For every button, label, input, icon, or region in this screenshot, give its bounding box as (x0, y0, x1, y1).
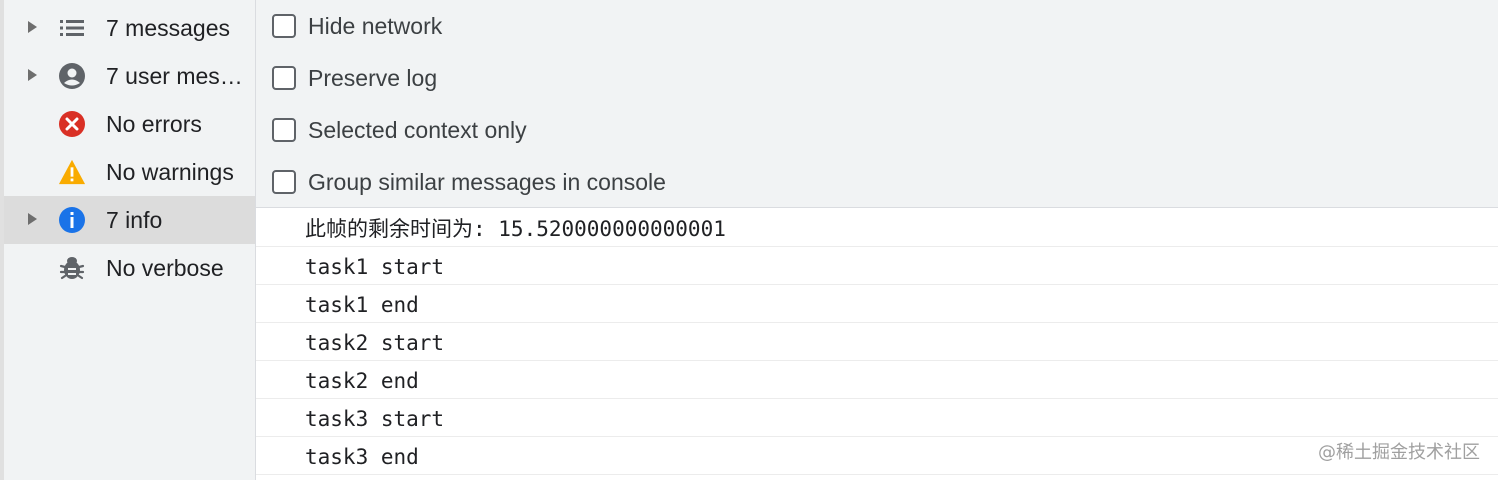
watermark: @稀土掘金技术社区 (1318, 442, 1480, 463)
bug-icon (58, 254, 86, 282)
group-similar-checkbox[interactable] (272, 170, 296, 194)
hide-network-checkbox[interactable] (272, 14, 296, 38)
setting-label: Preserve log (308, 65, 438, 91)
expand-arrow-icon[interactable] (28, 213, 37, 225)
preserve-log-setting[interactable]: Preserve log (272, 58, 437, 98)
console-message[interactable]: task2 end (256, 361, 1498, 399)
console-message[interactable]: task2 start (256, 323, 1498, 361)
console-message[interactable]: task3 end (256, 437, 1498, 475)
console-messages[interactable]: 此帧的剩余时间为: 15.520000000000001 task1 start… (256, 209, 1498, 480)
sidebar-item-label: 7 info (106, 207, 163, 233)
group-similar-setting[interactable]: Group similar messages in console (272, 162, 666, 202)
console-message-text: task2 start (305, 331, 445, 355)
sidebar-item-label: No warnings (106, 159, 234, 185)
console-message[interactable]: task1 end (256, 285, 1498, 323)
sidebar-item-info[interactable]: 7 info (4, 196, 255, 244)
sidebar-item-warnings[interactable]: No warnings (4, 148, 255, 196)
sidebar-item-errors[interactable]: No errors (4, 100, 255, 148)
sidebar-item-messages[interactable]: 7 messages (4, 4, 255, 52)
setting-label: Group similar messages in console (308, 169, 666, 195)
console-message-text: task1 start (305, 255, 445, 279)
console-message-text: task3 end (305, 445, 419, 469)
expand-arrow-icon[interactable] (28, 69, 37, 81)
warning-triangle-icon (58, 158, 86, 186)
setting-label: Hide network (308, 13, 443, 39)
console-panel: 7 messages 7 user messages No errors (0, 0, 1498, 480)
sidebar-item-label: No verbose (106, 255, 224, 281)
sidebar-item-label: No errors (106, 111, 202, 137)
expand-arrow-icon[interactable] (28, 21, 37, 33)
console-message[interactable]: 此帧的剩余时间为: 15.520000000000001 (256, 209, 1498, 247)
preserve-log-checkbox[interactable] (272, 66, 296, 90)
sidebar-item-verbose[interactable]: No verbose (4, 244, 255, 292)
console-settings-panel: Hide network Preserve log Selected conte… (256, 0, 1498, 208)
console-message-text: task3 start (305, 407, 445, 431)
sidebar-item-label: 7 messages (106, 15, 231, 41)
setting-label: Selected context only (308, 117, 527, 143)
selected-context-only-setting[interactable]: Selected context only (272, 110, 527, 150)
selected-context-only-checkbox[interactable] (272, 118, 296, 142)
hide-network-setting[interactable]: Hide network (272, 6, 442, 46)
console-message-text: task1 end (305, 293, 419, 317)
user-circle-icon (58, 62, 86, 90)
sidebar-item-user-messages[interactable]: 7 user messages (4, 52, 255, 100)
error-circle-icon (58, 110, 86, 138)
console-message-text: task2 end (305, 369, 419, 393)
console-message[interactable]: task3 start (256, 399, 1498, 437)
console-sidebar: 7 messages 7 user messages No errors (0, 0, 256, 480)
sidebar-item-label: 7 user messages (106, 63, 252, 89)
list-icon (58, 14, 86, 42)
console-message-text: 此帧的剩余时间为: 15.520000000000001 (305, 217, 726, 241)
info-circle-icon (58, 206, 86, 234)
console-message[interactable]: task1 start (256, 247, 1498, 285)
